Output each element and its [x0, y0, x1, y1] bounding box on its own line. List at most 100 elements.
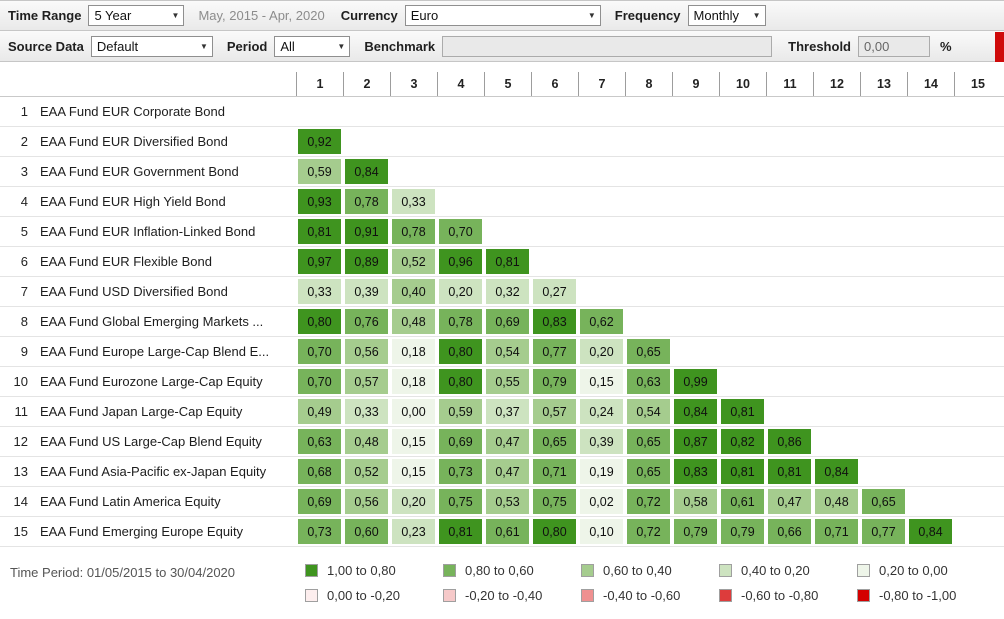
correlation-cell [766, 127, 813, 156]
legend-footer: Time Period: 01/05/2015 to 30/04/2020 1,… [0, 547, 1004, 603]
row-number: 5 [20, 224, 28, 239]
legend-item: -0,60 to -0,80 [719, 588, 857, 603]
legend-item: 0,60 to 0,40 [581, 563, 719, 578]
correlation-value: 0,59 [298, 159, 341, 184]
column-header: 7 [578, 72, 625, 96]
correlation-cell: 0,24 [578, 397, 625, 426]
matrix-row: 12 EAA Fund US Large-Cap Blend Equity 0,63… [0, 427, 1004, 457]
legend-label: 0,60 to 0,40 [603, 563, 672, 578]
correlation-cell [296, 97, 343, 126]
legend: 1,00 to 0,80 0,80 to 0,60 0,60 to 0,40 0,40… [305, 563, 995, 603]
time-range-select[interactable]: 5 Year ▼ [88, 5, 185, 26]
correlation-cell: 0,81 [766, 457, 813, 486]
correlation-cell: 0,70 [296, 337, 343, 366]
currency-label: Currency [340, 8, 398, 23]
correlation-value: 0,52 [392, 249, 435, 274]
correlation-value: 0,96 [439, 249, 482, 274]
legend-item: -0,80 to -1,00 [857, 588, 995, 603]
correlation-cell: 0,15 [578, 367, 625, 396]
correlation-value: 0,87 [674, 429, 717, 454]
correlation-cell [672, 247, 719, 276]
correlation-value: 0,80 [439, 339, 482, 364]
threshold-label: Threshold [788, 38, 851, 54]
column-header: 8 [625, 72, 672, 96]
correlation-cell: 0,84 [343, 157, 390, 186]
correlation-value: 0,78 [345, 189, 388, 214]
correlation-cell: 0,40 [390, 277, 437, 306]
correlation-cell [484, 217, 531, 246]
correlation-cell [672, 157, 719, 186]
frequency-select[interactable]: Monthly ▼ [687, 5, 766, 26]
fund-name: EAA Fund Asia-Pacific ex-Japan Equity [40, 464, 267, 479]
correlation-value: 0,48 [345, 429, 388, 454]
correlation-value: 0,66 [768, 519, 811, 544]
time-range-value: 5 Year [94, 8, 132, 23]
correlation-cell: 0,20 [390, 487, 437, 516]
correlation-cell [672, 187, 719, 216]
correlation-cell [719, 127, 766, 156]
correlation-cell: 0,56 [343, 337, 390, 366]
threshold-input[interactable] [858, 35, 930, 57]
correlation-value: 0,68 [298, 459, 341, 484]
benchmark-input[interactable] [442, 35, 773, 57]
fund-name: EAA Fund Latin America Equity [40, 494, 221, 509]
correlation-cell: 0,10 [578, 517, 625, 546]
correlation-cell: 0,84 [813, 457, 860, 486]
correlation-value: 0,63 [298, 429, 341, 454]
correlation-cell: 0,39 [343, 277, 390, 306]
column-header: 4 [437, 72, 484, 96]
correlation-cell [437, 97, 484, 126]
correlation-cell [672, 127, 719, 156]
correlation-cell [907, 457, 954, 486]
fund-name: EAA Fund EUR Diversified Bond [40, 134, 228, 149]
column-header: 12 [813, 72, 860, 96]
correlation-cell [578, 157, 625, 186]
legend-swatch [719, 564, 732, 577]
correlation-cell: 0,72 [625, 487, 672, 516]
matrix-row: 7 EAA Fund USD Diversified Bond 0,33 0,39 0,… [0, 277, 1004, 307]
matrix-row: 2 EAA Fund EUR Diversified Bond 0,92 [0, 127, 1004, 157]
fund-name: EAA Fund EUR Government Bond [40, 164, 239, 179]
correlation-cell: 0,61 [484, 517, 531, 546]
correlation-value: 0,15 [392, 429, 435, 454]
correlation-cell: 0,48 [390, 307, 437, 336]
correlation-cell: 0,81 [484, 247, 531, 276]
correlation-cell [907, 97, 954, 126]
correlation-cell [719, 307, 766, 336]
correlation-cell [907, 247, 954, 276]
correlation-value: 0,77 [533, 339, 576, 364]
correlation-value: 0,81 [721, 399, 764, 424]
source-data-select[interactable]: Default ▼ [90, 35, 213, 57]
currency-select[interactable]: Euro ▼ [404, 5, 601, 26]
chevron-down-icon: ▼ [587, 11, 596, 20]
correlation-cell [484, 97, 531, 126]
correlation-cell [954, 487, 1001, 516]
row-number: 8 [20, 314, 28, 329]
legend-swatch [719, 589, 732, 602]
correlation-cell: 0,91 [343, 217, 390, 246]
header-spacer [40, 72, 296, 96]
correlation-value: 0,86 [768, 429, 811, 454]
correlation-cell [813, 337, 860, 366]
period-select[interactable]: All ▼ [274, 35, 351, 57]
header-spacer [0, 72, 40, 96]
source-data-label: Source Data [8, 38, 84, 54]
correlation-cell: 0,48 [343, 427, 390, 456]
column-header: 10 [719, 72, 766, 96]
correlation-value: 0,71 [533, 459, 576, 484]
correlation-cell [578, 277, 625, 306]
correlation-cell [954, 457, 1001, 486]
correlation-cell: 0,93 [296, 187, 343, 216]
correlation-cell [484, 127, 531, 156]
legend-label: -0,80 to -1,00 [879, 588, 957, 603]
correlation-cell [813, 427, 860, 456]
correlation-cell: 0,52 [343, 457, 390, 486]
correlation-cell [672, 97, 719, 126]
correlation-cell [625, 157, 672, 186]
row-number: 15 [13, 524, 28, 539]
currency-value: Euro [410, 8, 439, 23]
correlation-cell [343, 97, 390, 126]
legend-swatch [581, 564, 594, 577]
correlation-cell [954, 517, 1001, 546]
correlation-cell: 0,87 [672, 427, 719, 456]
